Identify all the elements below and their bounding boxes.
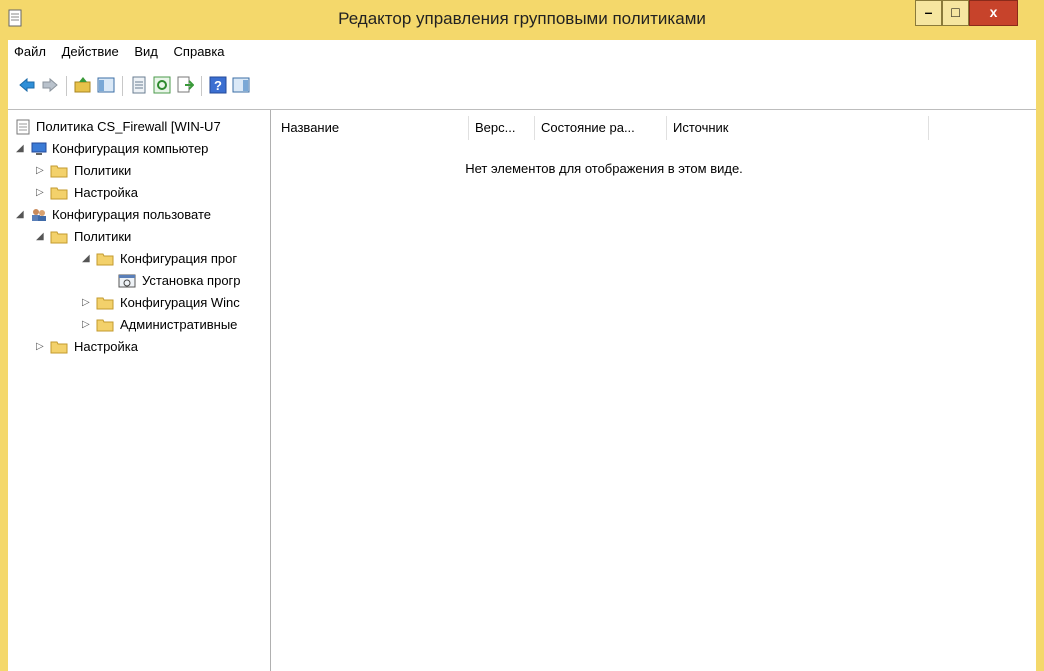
minimize-button[interactable]: – <box>915 0 942 26</box>
toolbar: ? <box>8 64 1036 110</box>
tree-label: Настройка <box>74 339 138 354</box>
show-action-pane-icon[interactable] <box>232 76 250 94</box>
folder-icon <box>50 341 68 354</box>
tree-label: Конфигурация пользовате <box>52 207 211 222</box>
folder-icon <box>50 231 68 244</box>
details-list[interactable]: Название Верс... Состояние ра... Источни… <box>275 116 1036 671</box>
expand-icon[interactable]: ▷ <box>36 160 46 182</box>
tree-label: Политика CS_Firewall [WIN-U7 <box>36 119 221 134</box>
toolbar-separator <box>201 76 202 96</box>
menu-file[interactable]: Файл <box>8 40 52 59</box>
tree-label: Настройка <box>74 185 138 200</box>
collapse-icon[interactable]: ◢ <box>16 138 26 160</box>
tree-label: Конфигурация компьютер <box>52 141 209 156</box>
tree-label: Политики <box>74 229 132 244</box>
folder-icon <box>96 319 114 332</box>
menu-help[interactable]: Справка <box>168 40 231 59</box>
tree-label: Конфигурация прог <box>120 251 238 266</box>
refresh-icon[interactable] <box>153 76 171 94</box>
collapse-icon[interactable]: ◢ <box>36 226 46 248</box>
computer-icon <box>31 142 47 155</box>
maximize-button[interactable]: □ <box>942 0 969 26</box>
folder-icon <box>96 253 114 266</box>
column-header-deployment-state[interactable]: Состояние ра... <box>535 116 667 140</box>
show-tree-icon[interactable] <box>97 76 115 94</box>
collapse-icon[interactable]: ◢ <box>16 204 26 226</box>
tree-label: Административные <box>120 317 238 332</box>
expand-icon[interactable]: ▷ <box>36 182 46 204</box>
forward-icon[interactable] <box>41 76 59 94</box>
menu-action[interactable]: Действие <box>56 40 125 59</box>
menu-view[interactable]: Вид <box>128 40 164 59</box>
window-title: Редактор управления групповыми политикам… <box>338 9 706 28</box>
maximize-icon: □ <box>951 4 960 20</box>
column-header-source[interactable]: Источник <box>667 116 929 140</box>
up-folder-icon[interactable] <box>74 76 92 94</box>
back-icon[interactable] <box>18 76 36 94</box>
toolbar-separator <box>66 76 67 96</box>
software-install-icon <box>118 274 136 288</box>
expand-icon[interactable]: ▷ <box>36 336 46 358</box>
folder-icon <box>50 187 68 200</box>
empty-message: Нет элементов для отображения в этом вид… <box>465 161 743 176</box>
expand-icon[interactable]: ▷ <box>82 314 92 336</box>
toolbar-separator <box>122 76 123 96</box>
folder-icon <box>96 297 114 310</box>
help-icon[interactable]: ? <box>209 76 227 94</box>
title-bar[interactable]: Редактор управления групповыми политикам… <box>0 0 1044 40</box>
close-icon: x <box>989 4 998 20</box>
column-header-name[interactable]: Название <box>275 116 469 140</box>
tree-pane[interactable]: Политика CS_Firewall [WIN-U7 ◢ Конфигура… <box>8 110 271 671</box>
tree-label: Политики <box>74 163 132 178</box>
folder-icon <box>50 165 68 178</box>
tree-label: Конфигурация Winc <box>120 295 240 310</box>
column-header-version[interactable]: Верс... <box>469 116 535 140</box>
export-icon[interactable] <box>176 76 194 94</box>
close-button[interactable]: x <box>969 0 1018 26</box>
minimize-icon: – <box>924 4 933 20</box>
expand-icon[interactable]: ▷ <box>82 292 92 314</box>
properties-icon[interactable] <box>130 76 148 94</box>
tree-label: Установка прогр <box>142 273 241 288</box>
policy-icon <box>16 119 30 135</box>
content-area: Политика CS_Firewall [WIN-U7 ◢ Конфигура… <box>8 110 1036 671</box>
gpo-editor-window: Редактор управления групповыми политикам… <box>0 0 1044 671</box>
svg-text:?: ? <box>214 78 222 93</box>
users-icon <box>32 209 46 221</box>
menu-bar: Файл Действие Вид Справка <box>8 40 1036 65</box>
collapse-icon[interactable]: ◢ <box>82 248 92 270</box>
